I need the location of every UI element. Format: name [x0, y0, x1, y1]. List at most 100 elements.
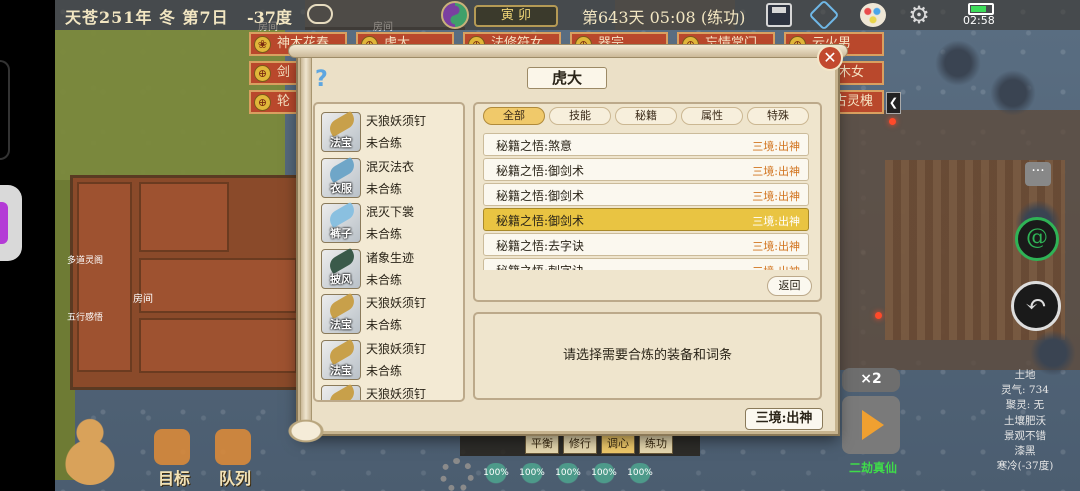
mode-button-balance[interactable]: 平衡 [525, 434, 559, 454]
target-icon [154, 429, 190, 465]
shop-label: 多道灵阁 [67, 256, 104, 266]
coin-icon: ⊕ [254, 94, 271, 111]
disciple-percent[interactable]: 100% [552, 463, 584, 491]
entry-row[interactable]: 秘籍之悟:刺字诀 三境:出神 [483, 258, 809, 270]
return-button[interactable]: 返回 [767, 276, 812, 296]
target-label: 目标 [157, 469, 190, 488]
team-button[interactable]: 队列 [205, 425, 265, 488]
cultivation-stage-label: 二劫真仙 [848, 461, 897, 475]
entry-name: 秘籍之悟:刺字诀 [496, 262, 584, 270]
room-wall [139, 318, 297, 373]
refine-prompt: 请选择需要合炼的装备和词条 [562, 348, 732, 363]
entry-name: 秘籍之悟:御剑术 [496, 214, 585, 228]
entry-name: 秘籍之悟:煞意 [496, 139, 573, 153]
entry-row[interactable]: 秘籍之悟:去字诀 三境:出神 [483, 233, 809, 256]
disciple-percent[interactable]: 100% [588, 463, 620, 491]
side-dock-app-icon[interactable] [0, 202, 8, 244]
equipment-status: 未合练 [366, 136, 403, 150]
equipment-icon: 裤子 [321, 201, 361, 243]
equipment-status: 未合练 [366, 227, 403, 241]
equipment-status: 未合练 [366, 318, 403, 332]
gear-icon[interactable] [440, 458, 474, 491]
equipment-status: 未合练 [366, 181, 403, 196]
entry-row[interactable]: 秘籍之悟:御剑术 三境:出神 [483, 183, 809, 206]
entry-stage: 三境:出神 [752, 263, 800, 270]
lantern-icon [875, 312, 882, 319]
entry-row[interactable]: 秘籍之悟:煞意 三境:出神 [483, 133, 809, 156]
sect-tag[interactable]: ⊕ 轮 [249, 90, 304, 114]
coin-icon: ⊕ [254, 65, 271, 82]
help-icon[interactable]: ? [315, 68, 335, 92]
palette-icon[interactable] [860, 3, 886, 27]
tile-info-line: 漆黑 [1014, 445, 1036, 458]
entry-name: 秘籍之悟:御剑术 [496, 189, 585, 203]
equipment-item[interactable]: 法宝 天狼妖须钉未合练 [318, 292, 462, 336]
room-wall [139, 182, 229, 252]
collapse-tags-button[interactable]: ❮ [886, 92, 901, 114]
equipment-name: 天狼妖须钉 [366, 296, 427, 310]
equipment-name: 天狼妖须钉 [366, 114, 427, 128]
tree-icon [990, 70, 1036, 116]
equipment-list[interactable]: 法宝 天狼妖须钉 未合练 衣服 泯灭法衣 未合练 裤子 泯灭下裳 未合练 披风 诸象生迹 未合练 法宝天… [313, 102, 465, 402]
tile-info-line: 灵气: 734 [1001, 384, 1049, 397]
equipment-item[interactable]: 法宝 天狼妖须钉 未合练 [318, 110, 462, 154]
sect-tag[interactable]: ⊕ 剑 [249, 61, 304, 85]
close-icon[interactable]: ✕ [817, 45, 843, 71]
equipment-icon: 法宝 [321, 383, 361, 400]
tab-special[interactable]: 特殊 [747, 107, 809, 125]
tile-info-line: 聚灵: 无 [1005, 399, 1045, 412]
lantern-icon [889, 118, 896, 125]
scroll-rod-left [300, 56, 312, 436]
disciple-percent[interactable]: 100% [480, 463, 512, 491]
equipment-icon: 衣服 [321, 156, 361, 198]
equipment-item[interactable]: 裤子 泯灭下裳 未合练 [318, 201, 462, 245]
save-icon[interactable] [766, 3, 792, 27]
equipment-type: 法宝 [330, 318, 352, 331]
mode-button-cultivate[interactable]: 修行 [563, 434, 597, 454]
sect-tag-label: 古灵槐 [834, 94, 874, 109]
equipment-name: 天狼妖须钉 [366, 341, 427, 356]
equipment-item[interactable]: 衣服 泯灭法衣未合练 [318, 156, 462, 200]
mode-button-mind[interactable]: 调心 [601, 434, 635, 454]
entry-stage: 三境:出神 [752, 240, 800, 253]
entry-stage: 三境:出神 [752, 140, 800, 153]
gourd-icon[interactable] [60, 415, 120, 485]
equipment-item[interactable]: 披风 诸象生迹 未合练 [318, 247, 462, 291]
entry-row[interactable]: 秘籍之悟:御剑术 三境:出神 [483, 208, 809, 231]
entry-stage: 三境:出神 [752, 190, 800, 203]
undo-back-icon[interactable]: ↶ [1011, 281, 1061, 331]
equipment-name: 泯灭法衣 [366, 159, 415, 174]
mode-button-train[interactable]: 练功 [639, 434, 673, 454]
tab-all[interactable]: 全部 [483, 107, 545, 125]
sect-tag-label: 木女 [838, 65, 865, 80]
tab-attributes[interactable]: 属性 [681, 107, 743, 125]
entry-row[interactable]: 秘籍之悟:御剑术 三境:出神 [483, 158, 809, 181]
equipment-item[interactable]: 法宝天狼妖须钉 [318, 383, 462, 401]
equipment-name: 天狼妖须钉 [366, 387, 427, 401]
tab-manuals[interactable]: 秘籍 [615, 107, 677, 125]
realm-filter-button[interactable]: 三境:出神 [745, 408, 823, 430]
sect-tag-label: 剑 [277, 65, 291, 80]
target-button[interactable]: 目标 [144, 425, 204, 488]
sect-building [70, 175, 305, 390]
equipment-name: 诸象生迹 [366, 250, 415, 265]
sect-tag-label: 轮 [277, 94, 291, 109]
tile-info-line: 土地 [1014, 369, 1036, 381]
game-screen: 房间 房间 房间 多道灵阁 五行感悟 天苍251年 冬 第7日 -37度 寅 卯… [0, 0, 1080, 491]
disciple-percent[interactable]: 100% [624, 463, 656, 491]
settings-gear-icon[interactable]: ⚙ [906, 3, 932, 27]
disciple-percent[interactable]: 100% [516, 463, 548, 491]
yin-yang-icon[interactable] [441, 1, 469, 29]
scroll-rod-top [288, 44, 848, 58]
speed-button[interactable]: ×2 [842, 368, 900, 392]
swirl-icon[interactable]: @ [1015, 217, 1059, 261]
tab-skills[interactable]: 技能 [549, 107, 611, 125]
play-button[interactable] [842, 396, 900, 454]
entry-list[interactable]: 秘籍之悟:煞意 三境:出神 秘籍之悟:御剑术 三境:出神 秘籍之悟:御剑术 三境:出神 秘籍… [483, 130, 809, 270]
chat-bubble-icon[interactable]: ··· [1025, 162, 1051, 186]
battery-level [971, 6, 986, 12]
tile-info-line: 寒冷(-37度) [996, 460, 1054, 473]
equipment-item[interactable]: 法宝 天狼妖须钉 未合练 [318, 338, 462, 382]
tile-info-panel: 土地 灵气: 734 聚灵: 无 土壤肥沃 景观不错 漆黑 寒冷(-37度) [985, 368, 1065, 474]
tree-icon [935, 40, 981, 86]
